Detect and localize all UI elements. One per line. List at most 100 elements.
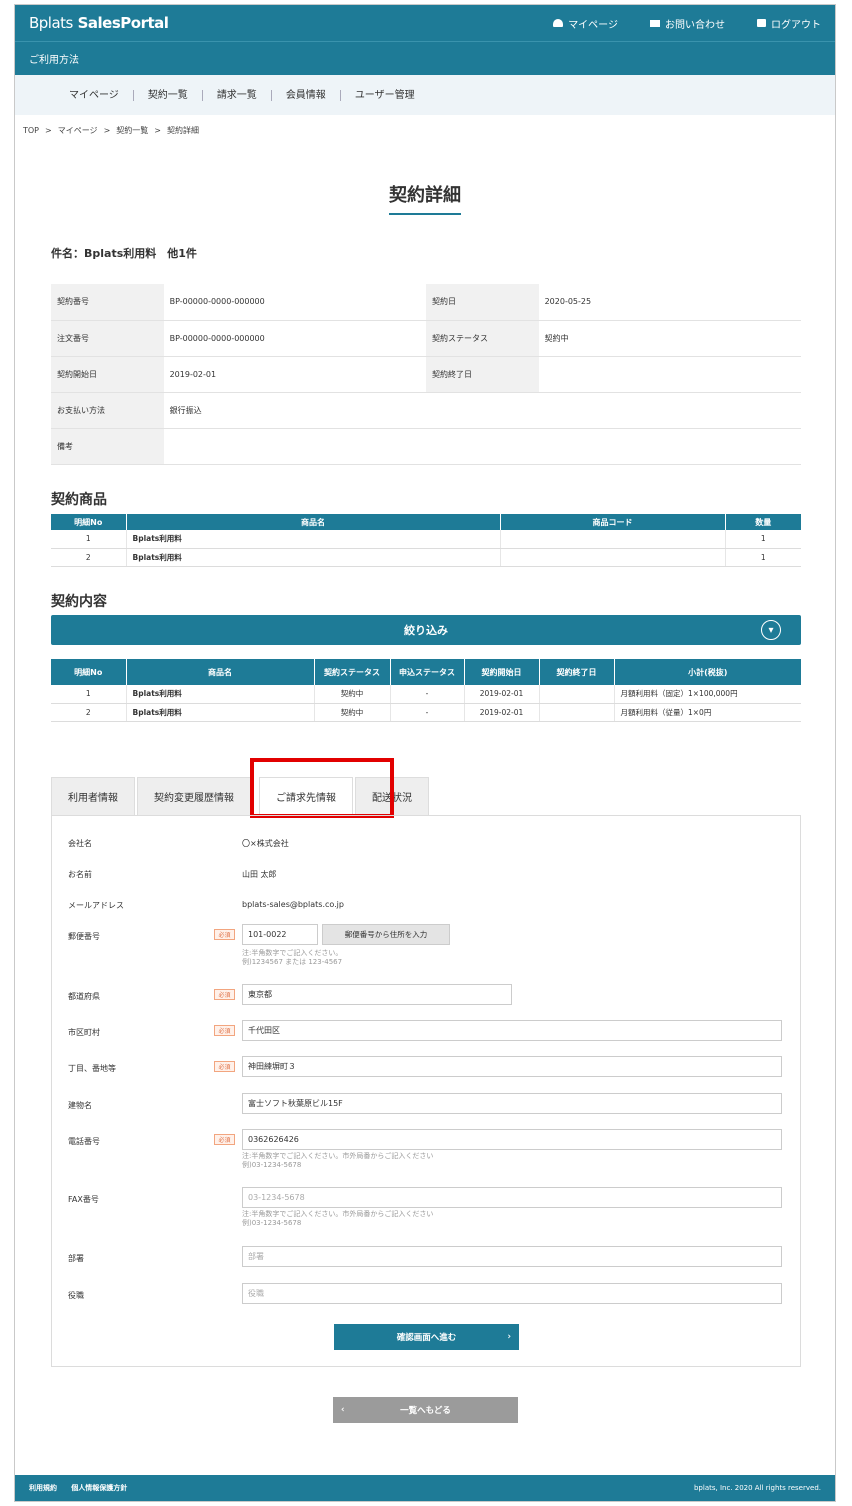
required-badge: 必須 [214, 929, 235, 940]
apply-status: - [390, 703, 465, 722]
company-label: 会社名 [68, 839, 92, 848]
end-date [539, 685, 615, 704]
zip-input[interactable]: 101-0022 [242, 924, 318, 945]
breadcrumb-separator: > [154, 125, 161, 135]
breadcrumb-top[interactable]: TOP [23, 126, 39, 135]
tel-input[interactable]: 0362626426 [242, 1129, 782, 1150]
menu-item-user-management[interactable]: ユーザー管理 [341, 90, 429, 101]
product-name: Bplats利用料 [126, 685, 315, 704]
menu-item-contracts[interactable]: 契約一覧 [134, 89, 203, 101]
menu-item-invoices[interactable]: 請求一覧 [203, 89, 272, 101]
usage-guide-link[interactable]: ご利用方法 [29, 51, 79, 66]
contract-no-value: BP-00000-0000-000000 [163, 284, 426, 321]
page-frame: Bplats SalesPortal マイページ お問い合わせ ログアウト ご利… [14, 4, 836, 1502]
breadcrumb: TOP > マイページ > 契約一覧 > 契約詳細 [15, 115, 835, 145]
position-input[interactable]: 役職 [242, 1283, 782, 1304]
email-value: bplats-sales@bplats.co.jp [242, 900, 344, 909]
nav-contact[interactable]: お問い合わせ [650, 16, 725, 31]
start-date-label: 契約開始日 [51, 356, 164, 393]
highlight-box [250, 758, 394, 818]
table-row: お支払い方法 銀行振込 [51, 392, 801, 429]
required-badge: 必須 [214, 989, 235, 1000]
sub-bar: ご利用方法 [15, 41, 835, 75]
top-nav: マイページ お問い合わせ ログアウト [553, 16, 821, 31]
top-bar: Bplats SalesPortal マイページ お問い合わせ ログアウト [15, 5, 835, 41]
required-badge: 必須 [214, 1025, 235, 1036]
table-row: 1 Bplats利用料 1 [51, 530, 801, 549]
footer-link-terms[interactable]: 利用規約 [29, 1484, 57, 1492]
nav-mypage-label: マイページ [568, 19, 618, 31]
fax-input[interactable]: 03-1234-5678 [242, 1187, 782, 1208]
quantity: 1 [725, 548, 801, 567]
col-line-no: 明細No [51, 514, 127, 530]
col-line-no: 明細No [51, 659, 127, 685]
logo[interactable]: Bplats SalesPortal [29, 14, 169, 32]
end-date-label: 契約終了日 [425, 356, 539, 393]
col-end-date: 契約終了日 [539, 659, 615, 685]
nav-logout[interactable]: ログアウト [757, 16, 821, 31]
nav-mypage[interactable]: マイページ [553, 16, 618, 31]
table-row: 契約開始日 2019-02-01 契約終了日 [51, 356, 801, 393]
back-to-list-button[interactable]: ‹ 一覧へもどる [333, 1397, 518, 1423]
tel-label: 電話番号 [68, 1137, 100, 1146]
city-label: 市区町村 [68, 1028, 100, 1037]
confirm-button-label: 確認画面へ進む [396, 1333, 457, 1343]
logo-prefix: Bplats [29, 14, 73, 32]
line-no: 2 [51, 703, 127, 722]
order-no-value: BP-00000-0000-000000 [163, 320, 426, 357]
confirm-button[interactable]: 確認画面へ進む › [334, 1324, 519, 1350]
zip-note: 注:半角数字でご記入ください。 例)1234567 または 123-4567 [242, 949, 342, 967]
footer-link-privacy[interactable]: 個人情報保護方針 [71, 1484, 127, 1492]
contract-no-label: 契約番号 [51, 284, 164, 321]
fax-label: FAX番号 [68, 1195, 99, 1204]
table-row: 2 Bplats利用料 1 [51, 548, 801, 567]
payment-method-label: お支払い方法 [51, 392, 164, 429]
filter-toggle[interactable]: 絞り込み ▾ [51, 615, 801, 645]
zip-lookup-button[interactable]: 郵便番号から住所を入力 [322, 924, 450, 945]
breadcrumb-mypage[interactable]: マイページ [58, 125, 98, 136]
mail-icon [650, 19, 660, 27]
department-label: 部署 [68, 1254, 84, 1263]
line-no: 1 [51, 530, 127, 549]
table-row: 注文番号 BP-00000-0000-000000 契約ステータス 契約中 [51, 320, 801, 357]
product-name: Bplats利用料 [126, 703, 315, 722]
prefecture-input[interactable]: 東京都 [242, 984, 512, 1005]
address-input[interactable]: 神田練塀町３ [242, 1056, 782, 1077]
menu-item-member-info[interactable]: 会員情報 [272, 89, 341, 101]
contract-status-label: 契約ステータス [425, 320, 539, 357]
col-product-name: 商品名 [126, 514, 501, 530]
menu-item-mypage[interactable]: マイページ [55, 89, 134, 101]
empty-cell [425, 392, 801, 429]
zip-note-example: 例)1234567 または 123-4567 [242, 958, 343, 966]
payment-method-value: 銀行振込 [163, 392, 426, 429]
table-row: 1 Bplats利用料 契約中 - 2019-02-01 月額利用料（固定）1×… [51, 685, 801, 704]
tab-user-info[interactable]: 利用者情報 [51, 777, 135, 815]
end-date [539, 703, 615, 722]
contract-date-label: 契約日 [425, 284, 539, 321]
tab-change-history[interactable]: 契約変更履歴情報 [137, 777, 251, 815]
tel-note-example: 例)03-1234-5678 [242, 1161, 302, 1169]
remarks-value [163, 428, 801, 465]
back-button-label: 一覧へもどる [400, 1406, 451, 1416]
product-code [500, 530, 726, 549]
contract-status: 契約中 [314, 703, 391, 722]
department-input[interactable]: 部署 [242, 1246, 782, 1267]
chevron-down-icon[interactable]: ▾ [761, 620, 781, 640]
name-value: 山田 太郎 [242, 870, 277, 879]
breadcrumb-current: 契約詳細 [166, 125, 199, 135]
contract-date-value: 2020-05-25 [538, 284, 801, 321]
lock-icon [757, 19, 766, 27]
breadcrumb-contracts[interactable]: 契約一覧 [116, 125, 148, 136]
contract-info-table: 契約番号 BP-00000-0000-000000 契約日 2020-05-25… [51, 284, 801, 465]
table-row: 備考 [51, 428, 801, 465]
zip-note-line: 注:半角数字でご記入ください。 [242, 949, 343, 957]
required-badge: 必須 [214, 1061, 235, 1072]
building-input[interactable]: 富士ソフト秋葉原ビル15F [242, 1093, 782, 1114]
col-quantity: 数量 [725, 514, 801, 530]
table-row: 2 Bplats利用料 契約中 - 2019-02-01 月額利用料（従量）1×… [51, 703, 801, 722]
prefecture-label: 都道府県 [68, 992, 100, 1001]
col-start-date: 契約開始日 [464, 659, 540, 685]
table-row: 契約番号 BP-00000-0000-000000 契約日 2020-05-25 [51, 284, 801, 321]
products-table: 明細No 商品名 商品コード 数量 1 Bplats利用料 1 2 Bplats… [51, 514, 801, 567]
city-input[interactable]: 千代田区 [242, 1020, 782, 1041]
